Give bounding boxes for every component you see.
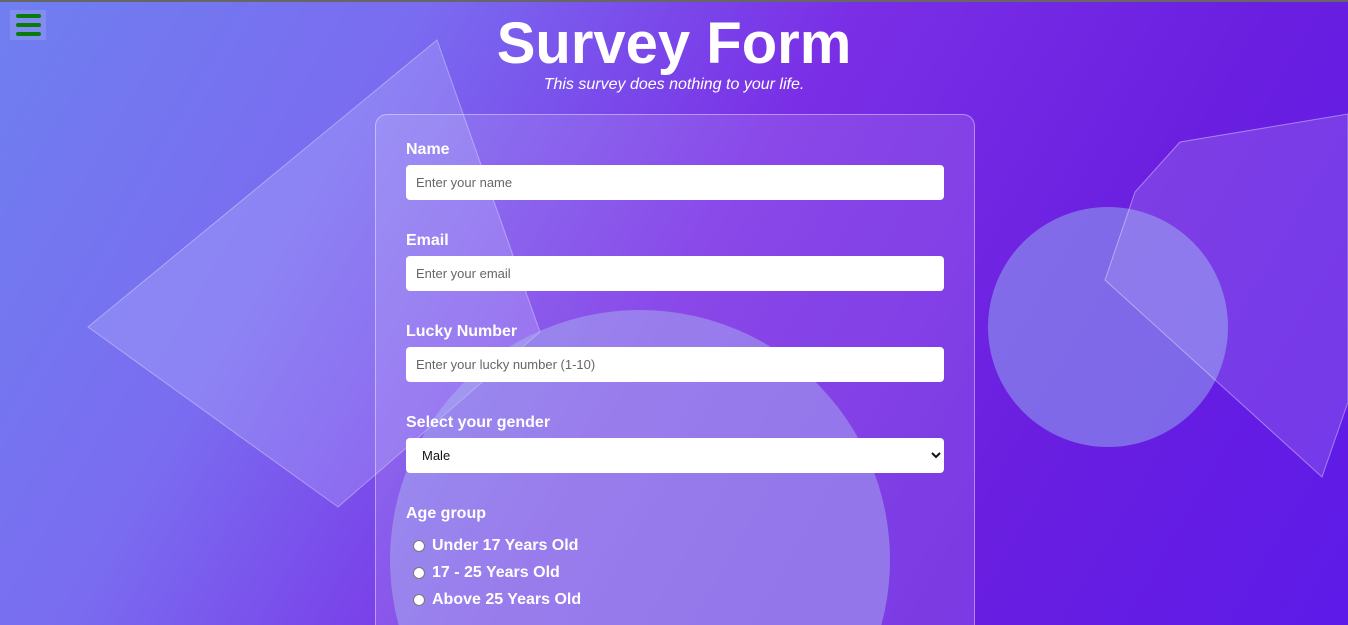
page-title: Survey Form [496, 11, 852, 76]
name-label: Name [406, 141, 450, 158]
age-group-label: Age group [406, 505, 486, 522]
age-option[interactable]: Above 25 Years Old [413, 591, 944, 609]
lucky-number-input[interactable] [406, 347, 944, 382]
age-option[interactable]: Under 17 Years Old [413, 537, 944, 555]
gender-select[interactable]: Male [406, 438, 944, 473]
survey-form: Name Email Lucky Number Select your gend… [375, 114, 975, 625]
page-subtitle: This survey does nothing to your life. [543, 76, 805, 93]
age-option-label: Above 25 Years Old [432, 591, 582, 608]
age-option[interactable]: 17 - 25 Years Old [413, 564, 944, 582]
email-label: Email [406, 232, 449, 249]
small-circle-shape [988, 207, 1228, 447]
crystal-shape [1104, 113, 1348, 478]
name-input[interactable] [406, 165, 944, 200]
gender-label: Select your gender [406, 414, 551, 431]
age-radio[interactable] [413, 567, 425, 579]
email-input[interactable] [406, 256, 944, 291]
lucky-number-label: Lucky Number [406, 323, 518, 340]
age-option-label: Under 17 Years Old [432, 537, 579, 554]
age-radio[interactable] [413, 594, 425, 606]
age-radio[interactable] [413, 540, 425, 552]
age-option-label: 17 - 25 Years Old [432, 564, 560, 581]
